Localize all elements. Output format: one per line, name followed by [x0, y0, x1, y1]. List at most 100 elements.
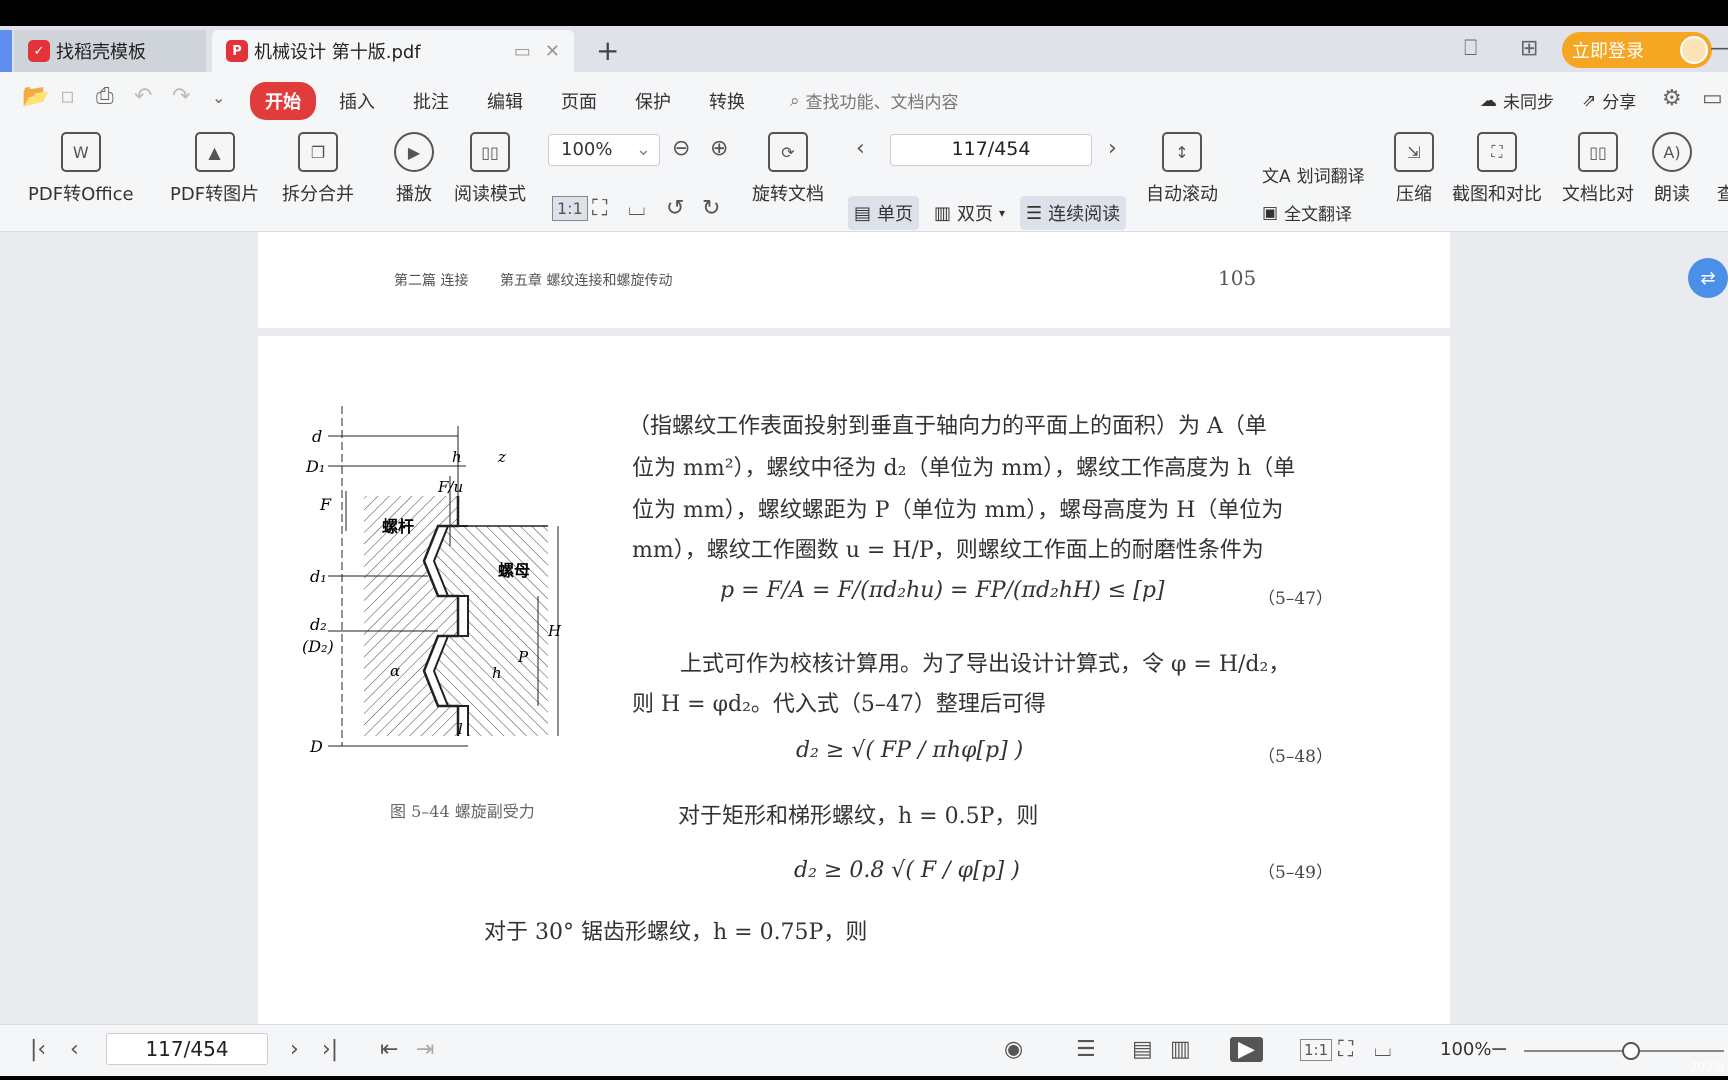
print-icon[interactable]: ⎙ — [96, 84, 114, 109]
status-page-input[interactable]: 117/454 — [106, 1033, 268, 1065]
full-translate-button[interactable]: ▣ 全文翻译 — [1262, 200, 1352, 226]
next-page-icon[interactable]: › — [1108, 136, 1117, 161]
pdf-page-current: d D₁ F d₁ d₂ (D₂) D h z F/u 螺杆 螺母 H α P … — [258, 336, 1450, 1024]
paragraph-line: mm），螺纹工作圈数 u = H/P，则螺纹工作面上的耐磨性条件为 — [632, 538, 1264, 563]
menu-tab-start[interactable]: 开始 — [250, 82, 316, 120]
read-mode-button[interactable]: ▯▯ 阅读模式 — [454, 132, 526, 206]
pdf-file-icon: P — [226, 40, 248, 62]
sync-status[interactable]: ☁ 未同步 — [1480, 88, 1554, 114]
word-translate-button[interactable]: 文A 划词翻译 — [1262, 162, 1365, 187]
fit-width-icon[interactable]: ⌴ — [628, 196, 646, 221]
play-icon[interactable]: ▶ — [1230, 1037, 1263, 1062]
menu-tab-annotate[interactable]: 批注 — [398, 82, 464, 120]
minimize-window-icon[interactable]: — — [1710, 36, 1728, 61]
play-button[interactable]: ▶ 播放 — [394, 132, 434, 206]
search-icon: ⌕ — [790, 90, 800, 111]
side-translate-icon[interactable]: ⇄ — [1688, 258, 1728, 298]
figure-caption: 图 5–44 螺旋副受力 — [390, 802, 535, 821]
fit-width-icon[interactable]: ⌴ — [1374, 1037, 1392, 1062]
pdf-to-office-button[interactable]: W PDF转Office — [28, 132, 134, 206]
compress-button[interactable]: ⇲ 压缩 — [1394, 132, 1434, 206]
menu-tab-page[interactable]: 页面 — [546, 82, 612, 120]
equation-5-49: d₂ ≥ 0.8 √( F / φ[p] ) — [794, 858, 1020, 883]
split-merge-icon: ❐ — [298, 132, 338, 172]
settings-gear-icon[interactable]: ⚙ — [1662, 86, 1682, 111]
status-bar: |‹ ‹ 117/454 › ›| ⇤ ⇥ ◉ ☰ ▤ ▥ ▶ 1:1 ⛶ ⌴ … — [0, 1024, 1728, 1076]
last-page-icon[interactable]: ›| — [322, 1037, 338, 1062]
menu-tab-insert[interactable]: 插入 — [324, 82, 390, 120]
window-layout-icon[interactable]: ⎕ — [1464, 36, 1477, 61]
tab-docer-templates[interactable]: ✓ 找稻壳模板 — [14, 30, 206, 72]
zoom-slider-knob[interactable] — [1622, 1042, 1640, 1060]
share-button[interactable]: ⇗ 分享 — [1582, 88, 1636, 114]
rotate-document-button[interactable]: ⟳ 旋转文档 — [752, 132, 824, 206]
eye-protection-icon[interactable]: ◉ — [1004, 1037, 1023, 1062]
close-tab-icon[interactable]: ✕ — [545, 41, 560, 62]
previous-page-icon[interactable]: ‹ — [856, 136, 865, 161]
open-folder-icon[interactable]: 📂 — [22, 84, 49, 109]
paragraph-line: 对于矩形和梯形螺纹，h = 0.5P，则 — [678, 804, 1039, 829]
apps-grid-icon[interactable]: ⊞ — [1520, 36, 1538, 61]
login-button[interactable]: 立即登录 — [1562, 32, 1712, 68]
single-page-button[interactable]: ▤ 单页 — [848, 196, 920, 230]
undo-icon[interactable]: ↶ — [134, 84, 152, 109]
avatar — [1680, 36, 1708, 64]
label-l: l — [458, 720, 463, 738]
label-H: H — [547, 622, 562, 640]
paragraph-line: 位为 mm²），螺纹中径为 d₂（单位为 mm），螺纹工作高度为 h（单 — [632, 456, 1296, 481]
zoom-select[interactable]: 100% ⌄ — [548, 134, 660, 166]
double-page-button[interactable]: ▥ 双页 ▾ — [928, 196, 1011, 230]
fit-page-icon[interactable]: ⛶ — [1338, 1037, 1353, 1062]
equation-number: （5–47） — [1258, 589, 1333, 609]
tab-strip-accent — [0, 30, 12, 72]
continuous-read-button[interactable]: ☰ 连续阅读 — [1020, 196, 1127, 230]
label-h: h — [452, 448, 462, 466]
menu-tab-edit[interactable]: 编辑 — [472, 82, 538, 120]
zoom-slider[interactable] — [1524, 1042, 1724, 1060]
redo-icon[interactable]: ↷ — [172, 84, 190, 109]
actual-size-icon[interactable]: 1:1 — [1300, 1039, 1333, 1061]
read-aloud-button[interactable]: A) 朗读 — [1652, 132, 1692, 206]
back-icon[interactable]: ⇤ — [380, 1037, 398, 1062]
continuous-view-icon[interactable]: ☰ — [1076, 1037, 1096, 1062]
rotate-document-icon: ⟳ — [768, 132, 808, 172]
doc-compare-button[interactable]: ▯▯ 文档比对 — [1562, 132, 1634, 206]
status-zoom[interactable]: 100% — [1440, 1039, 1491, 1060]
tab-pdf-document[interactable]: P 机械设计 第十版.pdf ▭ ✕ — [212, 30, 574, 72]
document-viewport[interactable]: 第二篇 连接 第五章 螺纹连接和螺旋传动 105 d D₁ F d₁ d₂ (D… — [0, 232, 1728, 1024]
next-page-icon[interactable]: › — [290, 1037, 299, 1062]
zoom-out-icon[interactable]: − — [1490, 1037, 1508, 1062]
quick-access-dropdown-icon[interactable]: ⌄ — [212, 88, 225, 107]
actual-size-icon[interactable]: 1:1 — [552, 196, 588, 221]
search-more-button[interactable]: 查 — [1706, 132, 1728, 206]
label-P: P — [517, 648, 529, 666]
previous-page-icon[interactable]: ‹ — [70, 1037, 79, 1062]
menu-tab-convert[interactable]: 转换 — [694, 82, 760, 120]
pin-tab-icon[interactable]: ▭ — [514, 41, 531, 62]
feature-search[interactable]: ⌕ 查找功能、文档内容 — [790, 88, 959, 114]
paragraph-line: 位为 mm），螺纹螺距为 P（单位为 mm），螺母高度为 H（单位为 — [632, 498, 1284, 523]
page-number-input[interactable]: 117/454 — [890, 134, 1092, 166]
pdf-to-image-button[interactable]: ▲ PDF转图片 — [170, 132, 259, 206]
single-page-view-icon[interactable]: ▤ — [1132, 1037, 1153, 1062]
screenshot-compare-button[interactable]: ⛶ 截图和对比 — [1452, 132, 1542, 206]
comment-icon[interactable]: ▭ — [1702, 86, 1723, 111]
pdf-page-previous: 第二篇 连接 第五章 螺纹连接和螺旋传动 105 — [258, 232, 1450, 328]
zoom-in-icon[interactable]: ⊕ — [710, 136, 728, 161]
new-tab-button[interactable]: + — [596, 34, 619, 67]
rotate-right-icon[interactable]: ↻ — [702, 196, 720, 221]
menu-tab-protect[interactable]: 保护 — [620, 82, 686, 120]
label-nut: 螺母 — [498, 561, 530, 580]
auto-scroll-button[interactable]: ↕ 自动滚动 — [1146, 132, 1218, 206]
fit-page-icon[interactable]: ⛶ — [592, 196, 607, 221]
rotate-left-icon[interactable]: ↺ — [666, 196, 684, 221]
double-page-view-icon[interactable]: ▥ — [1170, 1037, 1191, 1062]
split-merge-button[interactable]: ❐ 拆分合并 — [282, 132, 354, 206]
compress-icon: ⇲ — [1394, 132, 1434, 172]
running-header-chapter: 第五章 螺纹连接和螺旋传动 — [500, 273, 673, 289]
zoom-out-icon[interactable]: ⊖ — [672, 136, 690, 161]
save-icon[interactable]: ▫ — [60, 84, 75, 109]
doc-compare-icon: ▯▯ — [1578, 132, 1618, 172]
forward-icon[interactable]: ⇥ — [416, 1037, 434, 1062]
first-page-icon[interactable]: |‹ — [30, 1037, 46, 1062]
